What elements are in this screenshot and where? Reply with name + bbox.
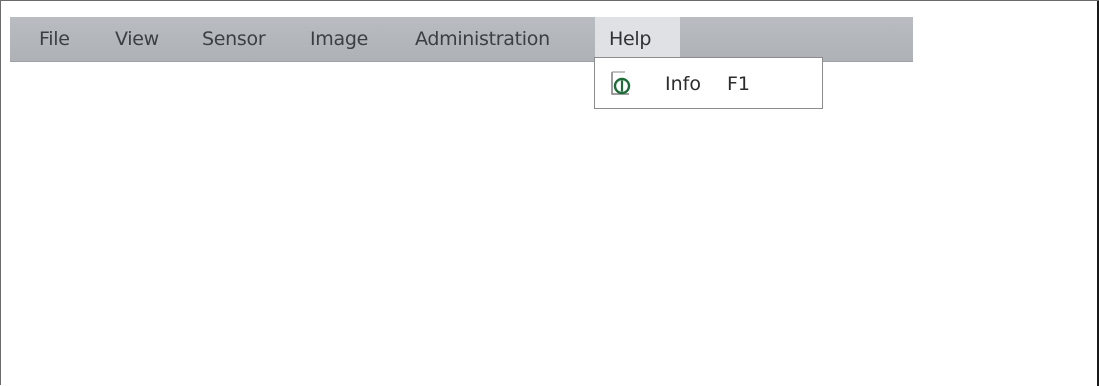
menu-image[interactable]: Image [310,17,368,61]
menu-item-info[interactable]: Info F1 [595,58,822,108]
menu-bar: File View Sensor Image Administration He… [10,17,913,62]
application-window: File View Sensor Image Administration He… [0,0,1099,386]
menu-view[interactable]: View [115,17,159,61]
info-icon [608,69,632,97]
menu-administration[interactable]: Administration [415,17,550,61]
help-dropdown-menu: Info F1 [594,57,823,109]
menu-item-info-shortcut: F1 [727,73,751,95]
menu-help[interactable]: Help [595,17,680,61]
menu-file[interactable]: File [39,17,70,61]
menu-item-info-label: Info [665,73,701,95]
menu-sensor[interactable]: Sensor [202,17,266,61]
